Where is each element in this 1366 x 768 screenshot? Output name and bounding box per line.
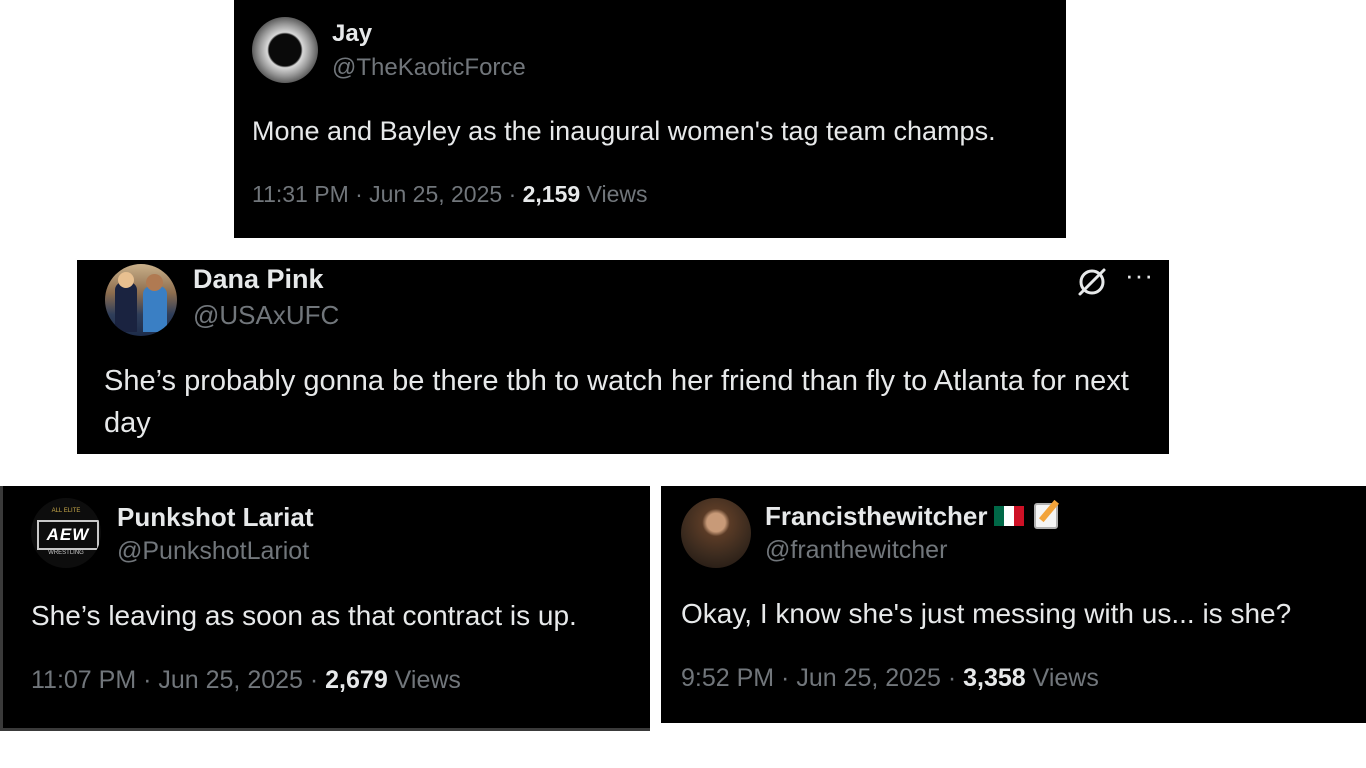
user-handle[interactable]: @USAxUFC bbox=[193, 300, 339, 331]
display-name[interactable]: Dana Pink bbox=[193, 264, 324, 295]
avatar-figure bbox=[118, 272, 134, 288]
avatar-figure bbox=[146, 274, 163, 291]
tweet-card-francisthewitcher[interactable]: Francisthewitcher @franthewitcher Okay, … bbox=[661, 486, 1366, 723]
tweet-text: Mone and Bayley as the inaugural women's… bbox=[252, 116, 996, 146]
views-label: Views bbox=[1025, 664, 1099, 692]
avatar[interactable]: ALL ELITE AEW WRESTLING bbox=[31, 498, 101, 568]
display-name[interactable]: Punkshot Lariat bbox=[117, 502, 313, 533]
view-count: 3,358 bbox=[963, 664, 1026, 692]
display-name-row: Francisthewitcher bbox=[765, 501, 1058, 532]
tweet-card-jay[interactable]: Jay @TheKaoticForce Mone and Bayley as t… bbox=[234, 0, 1066, 238]
tweet-text: She’s leaving as soon as that contract i… bbox=[31, 600, 577, 631]
no-entry-icon-svg bbox=[1078, 268, 1106, 296]
timestamp[interactable]: 9:52 PM · Jun 25, 2025 · bbox=[681, 664, 963, 692]
tweet-card-dana-pink[interactable]: Dana Pink @USAxUFC ··· She’s probably go… bbox=[77, 260, 1169, 454]
timestamp[interactable]: 11:07 PM · Jun 25, 2025 · bbox=[31, 666, 325, 694]
memo-icon bbox=[1033, 503, 1058, 530]
tweet-meta: 11:07 PM · Jun 25, 2025 · 2,679 Views bbox=[31, 666, 461, 695]
view-count: 2,159 bbox=[522, 181, 581, 207]
views-label: Views bbox=[387, 666, 461, 694]
user-handle[interactable]: @TheKaoticForce bbox=[332, 54, 526, 82]
tweet-text: Okay, I know she's just messing with us.… bbox=[681, 598, 1292, 629]
tweet-card-punkshot-lariat[interactable]: ALL ELITE AEW WRESTLING Punkshot Lariat … bbox=[0, 486, 650, 731]
mexico-flag-icon bbox=[993, 506, 1024, 527]
no-entry-icon[interactable] bbox=[1075, 265, 1109, 307]
avatar[interactable] bbox=[681, 498, 751, 568]
avatar[interactable] bbox=[252, 17, 318, 83]
avatar-logo-bottom: WRESTLING bbox=[48, 550, 84, 556]
user-handle[interactable]: @PunkshotLariot bbox=[117, 537, 309, 566]
avatar-figure bbox=[143, 286, 167, 332]
avatar-figure bbox=[115, 282, 137, 332]
user-handle[interactable]: @franthewitcher bbox=[765, 536, 947, 565]
timestamp[interactable]: 11:31 PM · Jun 25, 2025 · bbox=[252, 181, 523, 207]
more-options-icon[interactable]: ··· bbox=[1125, 260, 1154, 291]
views-label: Views bbox=[580, 181, 648, 207]
view-count: 2,679 bbox=[325, 666, 388, 694]
tweet-meta: 9:52 PM · Jun 25, 2025 · 3,358 Views bbox=[681, 664, 1099, 693]
tweet-meta: 11:31 PM · Jun 25, 2025 · 2,159 Views bbox=[252, 181, 648, 208]
display-name[interactable]: Francisthewitcher bbox=[765, 501, 988, 531]
tweet-text: She’s probably gonna be there tbh to wat… bbox=[104, 365, 1129, 440]
aew-logo: AEW bbox=[37, 520, 99, 550]
avatar[interactable] bbox=[105, 264, 177, 336]
avatar-logo-top: ALL ELITE bbox=[51, 508, 81, 514]
display-name[interactable]: Jay bbox=[332, 20, 372, 48]
